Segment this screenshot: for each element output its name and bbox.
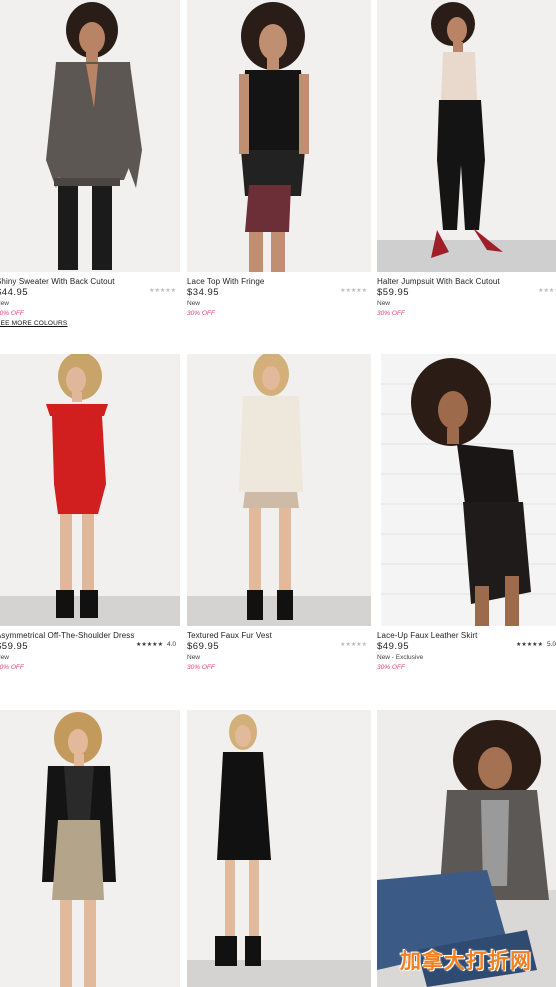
rating-stars: ★★★★★ <box>340 641 367 648</box>
product-price: $59.95 <box>377 287 410 298</box>
product-name[interactable]: Shiny Sweater With Back Cutout <box>0 277 180 287</box>
product-image[interactable] <box>377 0 556 272</box>
rating-value: 5.0 <box>546 641 556 648</box>
product-name[interactable]: Textured Faux Fur Vest <box>187 631 371 641</box>
rating-stars: ★★★★★ <box>538 287 556 294</box>
product-image[interactable] <box>0 354 180 626</box>
product-badge: New <box>0 654 10 661</box>
product-name[interactable]: Halter Jumpsuit With Back Cutout <box>377 277 556 287</box>
star-icons: ★★★★★ <box>538 288 556 294</box>
sale-label: 30% OFF <box>377 664 405 671</box>
product-badge: New <box>377 300 391 307</box>
product-info: Textured Faux Fur Vest $69.95 New 30% OF… <box>187 631 371 673</box>
sale-label: 30% OFF <box>0 310 24 317</box>
product-image[interactable] <box>187 0 371 272</box>
rating-stars: ★★★★★ <box>340 287 367 294</box>
product-info: Lace-Up Faux Leather Skirt $49.95 New - … <box>377 631 556 673</box>
watermark-logo: 加拿大打折网 <box>400 949 532 973</box>
star-icons: ★★★★★ <box>149 288 176 294</box>
product-image[interactable] <box>187 354 371 626</box>
star-icons: ★★★★★ <box>340 288 367 294</box>
product-image[interactable] <box>381 354 556 626</box>
sale-label: 30% OFF <box>187 310 215 317</box>
star-icons: ★★★★★ <box>136 642 163 648</box>
product-name[interactable]: Lace Top With Fringe <box>187 277 371 287</box>
rating-value: 4.0 <box>166 641 176 648</box>
rating-stars: ★★★★★ <box>149 287 176 294</box>
product-info: Lace Top With Fringe $34.95 New 30% OFF … <box>187 277 371 319</box>
star-icons: ★★★★★ <box>340 642 367 648</box>
rating-stars: ★★★★★ 4.0 <box>136 641 176 648</box>
see-more-colours-link[interactable]: SEE MORE COLOURS <box>0 319 180 328</box>
sale-label: 30% OFF <box>187 664 215 671</box>
product-info: Asymmetrical Off-The-Shoulder Dress $59.… <box>0 631 180 673</box>
product-info: Shiny Sweater With Back Cutout $44.95 Ne… <box>0 277 180 328</box>
product-badge: New - Exclusive <box>377 654 424 661</box>
product-image[interactable] <box>187 710 371 987</box>
product-name[interactable]: Lace-Up Faux Leather Skirt <box>377 631 556 641</box>
product-grid: Shiny Sweater With Back Cutout $44.95 Ne… <box>0 0 556 987</box>
product-name[interactable]: Asymmetrical Off-The-Shoulder Dress <box>0 631 180 641</box>
sale-label: 30% OFF <box>0 664 24 671</box>
product-badge: New <box>0 300 10 307</box>
product-badge: New <box>187 654 201 661</box>
product-image[interactable] <box>0 710 180 987</box>
product-badge: New <box>187 300 201 307</box>
star-icons: ★★★★★ <box>516 642 543 648</box>
product-image[interactable] <box>0 0 180 272</box>
sale-label: 30% OFF <box>377 310 405 317</box>
rating-stars: ★★★★★ 5.0 <box>516 641 556 648</box>
product-info: Halter Jumpsuit With Back Cutout $59.95 … <box>377 277 556 319</box>
